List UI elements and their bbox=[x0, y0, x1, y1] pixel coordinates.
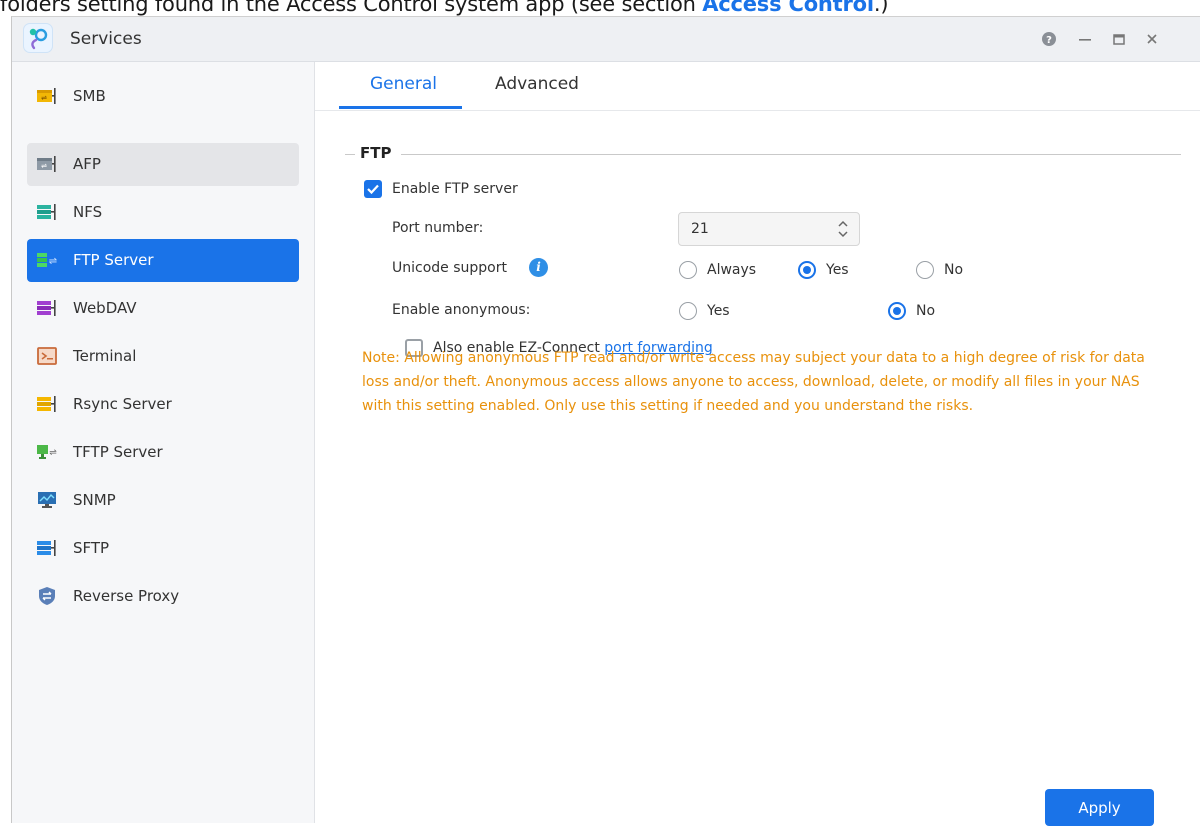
sidebar-item-rsync-server[interactable]: Rsync Server bbox=[27, 383, 299, 426]
port-number-label: Port number: bbox=[392, 220, 484, 236]
anonymous-yes-label: Yes bbox=[707, 303, 730, 319]
rsync-server-icon bbox=[37, 396, 56, 412]
tab-general[interactable]: General bbox=[370, 74, 437, 94]
sidebar-item-webdav[interactable]: WebDAV bbox=[27, 287, 299, 330]
port-stepper-icon[interactable] bbox=[835, 217, 851, 241]
unicode-yes-label: Yes bbox=[826, 262, 849, 278]
caption-link[interactable]: Access Control bbox=[702, 0, 874, 16]
svg-text:⇌: ⇌ bbox=[41, 94, 47, 102]
terminal-icon bbox=[37, 347, 57, 365]
info-icon[interactable]: i bbox=[529, 258, 548, 277]
tftp-server-icon: ⇌ bbox=[37, 445, 57, 459]
sidebar-item-label: AFP bbox=[73, 155, 101, 173]
sidebar-item-label: TFTP Server bbox=[73, 443, 163, 461]
sidebar: ⇌ SMB ⇌ AFP NFS ⇌ FTP Server WebDAV Term… bbox=[12, 62, 315, 823]
maximize-icon[interactable] bbox=[1107, 27, 1131, 51]
afp-icon: ⇌ bbox=[37, 156, 56, 172]
enable-anonymous-label: Enable anonymous: bbox=[392, 302, 531, 318]
sidebar-item-sftp[interactable]: SFTP bbox=[27, 527, 299, 570]
nfs-icon bbox=[37, 204, 56, 220]
services-window: Services ? ⇌ SMB ⇌ AFP NFS ⇌ FTP Server bbox=[11, 16, 1200, 826]
unicode-always-radio[interactable] bbox=[679, 261, 697, 279]
minimize-icon[interactable] bbox=[1073, 27, 1097, 51]
sidebar-item-label: Rsync Server bbox=[73, 395, 172, 413]
smb-icon: ⇌ bbox=[37, 88, 56, 104]
sidebar-item-terminal[interactable]: Terminal bbox=[27, 335, 299, 378]
apply-button[interactable]: Apply bbox=[1045, 789, 1154, 826]
enable-ftp-checkbox[interactable] bbox=[364, 180, 382, 198]
sidebar-item-label: Reverse Proxy bbox=[73, 587, 180, 605]
unicode-always-label: Always bbox=[707, 262, 757, 278]
anonymous-yes-radio[interactable] bbox=[679, 302, 697, 320]
help-icon[interactable]: ? bbox=[1037, 27, 1061, 51]
snmp-icon bbox=[38, 492, 56, 508]
ftp-server-icon: ⇌ bbox=[37, 253, 57, 267]
sidebar-item-label: SFTP bbox=[73, 539, 110, 557]
sidebar-item-smb[interactable]: ⇌ SMB bbox=[27, 75, 299, 118]
sidebar-item-label: SMB bbox=[73, 87, 106, 105]
webdav-icon bbox=[37, 300, 56, 316]
svg-text:⇌: ⇌ bbox=[41, 162, 47, 170]
sidebar-item-label: FTP Server bbox=[73, 251, 154, 269]
ftp-section-title: FTP bbox=[360, 144, 392, 162]
sidebar-item-tftp-server[interactable]: ⇌ TFTP Server bbox=[27, 431, 299, 474]
sftp-icon bbox=[37, 540, 56, 556]
services-app-icon bbox=[23, 23, 53, 53]
fieldset-border bbox=[401, 154, 1181, 155]
anonymous-no-label: No bbox=[916, 303, 936, 319]
svg-text:?: ? bbox=[1046, 35, 1052, 46]
port-number-input[interactable]: 21 bbox=[678, 212, 860, 246]
fieldset-border bbox=[345, 154, 355, 155]
sidebar-item-afp[interactable]: ⇌ AFP bbox=[27, 143, 299, 186]
main-panel: General Advanced FTP Enable FTP server P… bbox=[315, 62, 1200, 826]
anonymous-warning-note: Note: Allowing anonymous FTP read and/or… bbox=[362, 350, 1145, 414]
sidebar-item-snmp[interactable]: SNMP bbox=[27, 479, 299, 522]
sidebar-item-label: NFS bbox=[73, 203, 103, 221]
reverse-proxy-icon bbox=[39, 587, 55, 605]
sidebar-item-ftp-server[interactable]: ⇌ FTP Server bbox=[27, 239, 299, 282]
sidebar-item-reverse-proxy[interactable]: Reverse Proxy bbox=[27, 575, 299, 618]
tab-bar: General Advanced bbox=[315, 62, 1200, 111]
unicode-no-radio[interactable] bbox=[916, 261, 934, 279]
unicode-yes-radio[interactable] bbox=[798, 261, 816, 279]
close-icon[interactable] bbox=[1140, 27, 1164, 51]
sidebar-item-label: SNMP bbox=[73, 491, 116, 509]
caption-tail: .) bbox=[873, 0, 889, 16]
svg-text:⇌: ⇌ bbox=[49, 256, 57, 267]
unicode-support-label: Unicode support bbox=[392, 260, 507, 276]
svg-text:⇌: ⇌ bbox=[49, 448, 57, 458]
caption-text: folders setting found in the Access Cont… bbox=[0, 0, 703, 16]
enable-ftp-label: Enable FTP server bbox=[392, 181, 518, 197]
title-bar: Services ? bbox=[12, 17, 1200, 62]
window-title: Services bbox=[70, 29, 142, 49]
tab-advanced[interactable]: Advanced bbox=[495, 74, 579, 94]
sidebar-item-label: WebDAV bbox=[73, 299, 137, 317]
active-tab-indicator bbox=[339, 106, 462, 109]
sidebar-item-nfs[interactable]: NFS bbox=[27, 191, 299, 234]
anonymous-no-radio[interactable] bbox=[888, 302, 906, 320]
sidebar-item-label: Terminal bbox=[73, 347, 137, 365]
checkmark-icon bbox=[367, 184, 379, 195]
port-number-value: 21 bbox=[691, 221, 709, 237]
unicode-no-label: No bbox=[944, 262, 964, 278]
